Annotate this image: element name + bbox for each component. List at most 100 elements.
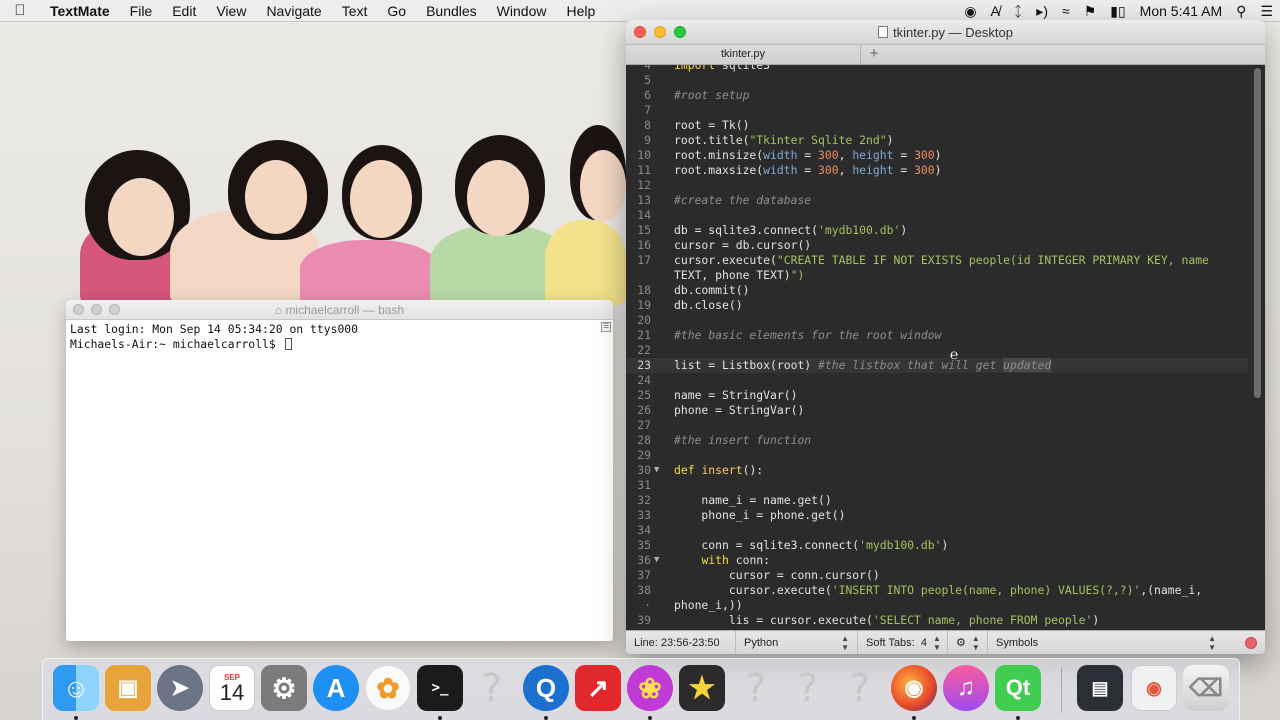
terminal-titlebar[interactable]: ⌂ michaelcarroll — bash xyxy=(66,300,613,320)
code-line[interactable]: 29 xyxy=(626,448,1248,463)
add-tab-button[interactable]: + xyxy=(864,45,884,64)
code-line[interactable]: 39 lis = cursor.execute('SELECT name, ph… xyxy=(626,613,1248,628)
firefox-icon[interactable]: ◉ xyxy=(891,665,937,720)
apple-icon[interactable]:  xyxy=(0,2,40,19)
code-line[interactable]: 28 #the insert function xyxy=(626,433,1248,448)
downloads-stack-icon[interactable]: ◉ xyxy=(1131,665,1177,711)
editor-scrollbar[interactable] xyxy=(1254,68,1261,398)
menu-text[interactable]: Text xyxy=(332,3,378,19)
symbols-select[interactable]: Symbols ▲ ▼ xyxy=(988,631,1224,655)
code-line[interactable]: 31 xyxy=(626,478,1248,493)
code-line[interactable]: 10 root.minsize(width = 300, height = 300… xyxy=(626,148,1248,163)
itunes-icon[interactable]: ♫ xyxy=(943,665,989,711)
clock[interactable]: Mon 5:41 AM xyxy=(1133,3,1230,19)
menu-navigate[interactable]: Navigate xyxy=(256,3,331,19)
tab-size-select[interactable]: Soft Tabs: 4 ▲ ▼ xyxy=(858,630,948,654)
menu-help[interactable]: Help xyxy=(556,3,605,19)
photos-icon[interactable]: ✿ xyxy=(365,665,411,711)
code-line[interactable]: 24 xyxy=(626,373,1248,388)
menu-window[interactable]: Window xyxy=(487,3,557,19)
code-line[interactable]: 17 cursor.execute("CREATE TABLE IF NOT EX… xyxy=(626,253,1248,268)
menu-view[interactable]: View xyxy=(206,3,256,19)
code-line[interactable]: 13 #create the database xyxy=(626,193,1248,208)
code-line[interactable]: 18 db.commit() xyxy=(626,283,1248,298)
launchpad-icon[interactable]: ➤ xyxy=(157,665,203,711)
code-line[interactable]: 20 xyxy=(626,313,1248,328)
code-line[interactable]: 7 xyxy=(626,103,1248,118)
app-menu[interactable]: TextMate xyxy=(40,3,120,19)
code-line[interactable]: 19 db.close() xyxy=(626,298,1248,313)
unknown-app-icon[interactable]: ? xyxy=(837,665,883,711)
code-text: db = sqlite3.connect('mydb100.db') xyxy=(674,223,908,237)
menu-edit[interactable]: Edit xyxy=(162,3,206,19)
calendar-icon[interactable]: SEP 14 xyxy=(209,665,255,711)
code-line[interactable]: 26 phone = StringVar() xyxy=(626,403,1248,418)
language-select[interactable]: Python ▲ ▼ xyxy=(736,630,858,654)
code-line[interactable]: 16 cursor = db.cursor() xyxy=(626,238,1248,253)
code-line[interactable]: 14 xyxy=(626,208,1248,223)
unknown-app-icon[interactable]: ? xyxy=(733,665,779,711)
system-preferences-icon[interactable]: ⚙ xyxy=(261,665,307,711)
terminal-icon[interactable]: >_ xyxy=(417,665,463,720)
code-line[interactable]: 25 name = StringVar() xyxy=(626,388,1248,403)
code-line[interactable]: 36 ▼ with conn: xyxy=(626,553,1248,568)
unknown-app-icon[interactable]: ? xyxy=(469,665,515,711)
code-line[interactable]: 37 cursor = conn.cursor() xyxy=(626,568,1248,583)
code-editor[interactable]: 4 import sqlite3 5 6 #root setup 7 8 root = Tk(… xyxy=(626,65,1265,630)
battery-icon[interactable]: ▮▯ xyxy=(1103,3,1132,20)
imovie-icon[interactable]: ★ xyxy=(679,665,725,711)
code-line[interactable]: 33 phone_i = phone.get() xyxy=(626,508,1248,523)
search-icon[interactable]: ⚲ xyxy=(1229,3,1253,20)
code-line[interactable]: 8 root = Tk() xyxy=(626,118,1248,133)
finder-icon[interactable]: ☺ xyxy=(53,665,99,720)
code-line[interactable]: 21 #the basic elements for the root windo… xyxy=(626,328,1248,343)
code-line[interactable]: 6 #root setup xyxy=(626,88,1248,103)
textmate-titlebar[interactable]: tkinter.py — Desktop xyxy=(626,20,1265,45)
code-line[interactable]: 34 xyxy=(626,523,1248,538)
code-line[interactable]: 35 conn = sqlite3.connect('mydb100.db') xyxy=(626,538,1248,553)
terminal-scroll-icon[interactable]: ☰ xyxy=(601,322,611,332)
bluetooth-icon[interactable]: ᛨ xyxy=(1007,3,1029,19)
settings-select[interactable]: ⚙ ▲ ▼ xyxy=(948,630,988,654)
code-line[interactable]: TEXT, phone TEXT)") xyxy=(626,268,1248,283)
macro-record-button[interactable] xyxy=(1245,637,1257,649)
unknown-app-icon[interactable]: ? xyxy=(785,665,831,711)
menu-file[interactable]: File xyxy=(120,3,163,19)
code-line[interactable]: 38 cursor.execute('INSERT INTO people(na… xyxy=(626,583,1248,598)
code-line[interactable]: 4 import sqlite3 xyxy=(626,65,1248,73)
line-number: 19 xyxy=(637,298,651,312)
code-line[interactable]: 27 xyxy=(626,418,1248,433)
code-line[interactable]: 5 xyxy=(626,73,1248,88)
preview-icon[interactable]: ▣ xyxy=(105,665,151,711)
volume-icon[interactable]: ▸) xyxy=(1029,3,1055,20)
menu-bundles[interactable]: Bundles xyxy=(416,3,487,19)
fold-arrow-icon[interactable]: ▼ xyxy=(654,463,659,478)
menu-go[interactable]: Go xyxy=(377,3,416,19)
qt-creator-icon[interactable]: Qt xyxy=(995,665,1041,720)
code-line[interactable]: 30 ▼ def insert(): xyxy=(626,463,1248,478)
record-icon[interactable]: ◉ xyxy=(957,3,983,20)
code-line[interactable]: 12 xyxy=(626,178,1248,193)
wifi-icon[interactable]: ≈ xyxy=(1055,3,1077,19)
chart-app-icon[interactable]: ↗ xyxy=(575,665,621,711)
quicktime-icon[interactable]: Q xyxy=(523,665,569,720)
code-line[interactable]: 32 name_i = name.get() xyxy=(626,493,1248,508)
fold-arrow-icon[interactable]: ▼ xyxy=(654,553,659,568)
trash-icon[interactable]: ⌫ xyxy=(1183,665,1229,711)
flag-icon[interactable]: ⚑ xyxy=(1077,3,1104,20)
line-number: 37 xyxy=(637,568,651,582)
code-line[interactable]: 15 db = sqlite3.connect('mydb100.db') xyxy=(626,223,1248,238)
terminal-output[interactable]: Last login: Mon Sep 14 05:34:20 on ttys0… xyxy=(70,322,597,641)
code-line[interactable]: 23 list = Listbox(root) #the listbox that… xyxy=(626,358,1248,373)
recent-stack-icon[interactable]: ▤ xyxy=(1077,665,1123,711)
text-icon[interactable]: A̸ xyxy=(984,3,1007,19)
code-line[interactable]: 22 xyxy=(626,343,1248,358)
code-line[interactable]: 11 root.maxsize(width = 300, height = 300… xyxy=(626,163,1248,178)
code-line[interactable]: · phone_i,)) xyxy=(626,598,1248,613)
app-store-icon[interactable]: A xyxy=(313,665,359,711)
code-line[interactable]: 9 root.title("Tkinter Sqlite 2nd") xyxy=(626,133,1248,148)
flower-app-icon[interactable]: ❀ xyxy=(627,665,673,720)
tab-tkinter-py[interactable]: tkinter.py xyxy=(626,45,861,64)
list-icon[interactable]: ☰ xyxy=(1253,3,1280,20)
status-line[interactable]: Line: 23:56-23:50 xyxy=(626,630,736,654)
